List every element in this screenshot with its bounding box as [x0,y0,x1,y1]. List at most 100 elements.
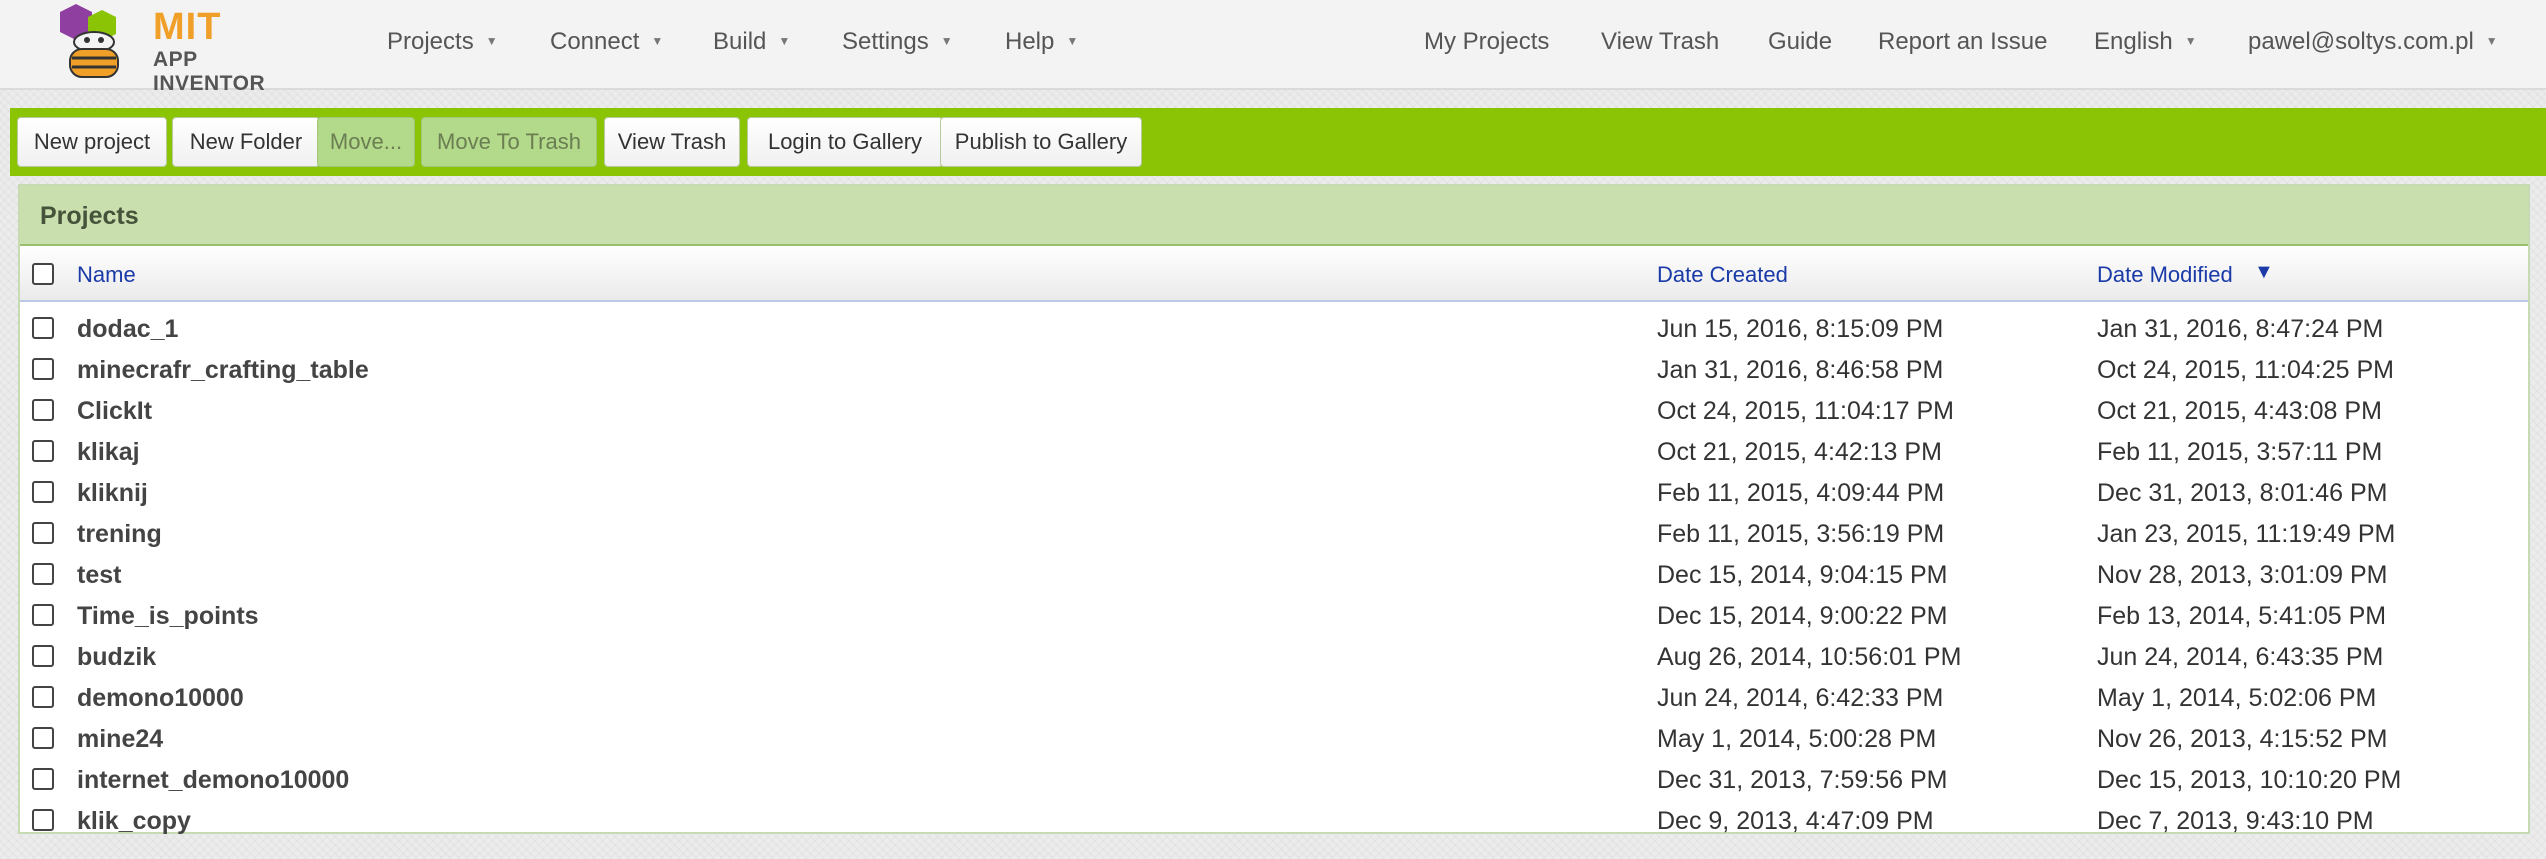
link-guide[interactable]: Guide [1768,28,1832,60]
project-name[interactable]: klikaj [77,438,140,467]
table-row[interactable]: Time_is_points Dec 15, 2014, 9:00:22 PM Fe… [20,594,2528,635]
link-report-issue[interactable]: Report an Issue [1878,28,2047,60]
project-name[interactable]: klik_copy [77,807,191,836]
logo-subtitle: APP INVENTOR [153,48,266,95]
menu-build[interactable]: Build ▼ [713,28,790,60]
table-row[interactable]: klik_copy Dec 9, 2013, 4:47:09 PM Dec 7, 2… [20,799,2528,840]
panel-title: Projects [40,202,139,230]
row-checkbox[interactable] [32,358,54,380]
row-checkbox[interactable] [32,440,54,462]
row-checkbox[interactable] [32,522,54,544]
table-row[interactable]: internet_demono10000 Dec 31, 2013, 7:59:5… [20,758,2528,799]
table-row[interactable]: demono10000 Jun 24, 2014, 6:42:33 PM May 1… [20,676,2528,717]
menu-help-label: Help [1005,28,1055,55]
row-checkbox[interactable] [32,686,54,708]
project-name[interactable]: trening [77,520,162,549]
date-modified: Jan 31, 2016, 8:47:24 PM [2097,315,2384,343]
date-modified: Feb 13, 2014, 5:41:05 PM [2097,602,2387,630]
date-created: Feb 11, 2015, 3:56:19 PM [1657,520,1945,548]
logo-title: MIT [153,6,222,48]
menu-projects[interactable]: Projects ▼ [387,28,498,60]
row-checkbox[interactable] [32,645,54,667]
date-modified: Jun 24, 2014, 6:43:35 PM [2097,643,2384,671]
column-date-created[interactable]: Date Created [1657,262,1788,288]
date-created: Jun 15, 2016, 8:15:09 PM [1657,315,1944,343]
date-modified: May 1, 2014, 5:02:06 PM [2097,684,2377,712]
new-project-button[interactable]: New project [17,117,167,167]
date-created: Dec 15, 2014, 9:04:15 PM [1657,561,1948,589]
table-row[interactable]: ClickIt Oct 24, 2015, 11:04:17 PM Oct 21, … [20,389,2528,430]
new-folder-button[interactable]: New Folder [172,117,320,167]
date-modified: Oct 21, 2015, 4:43:08 PM [2097,397,2382,425]
caret-down-icon: ▼ [1066,34,1079,48]
menu-settings-label: Settings [842,28,929,55]
row-checkbox[interactable] [32,809,54,831]
row-checkbox[interactable] [32,727,54,749]
date-created: Feb 11, 2015, 4:09:44 PM [1657,479,1945,507]
app-inventor-logo[interactable]: MIT APP INVENTOR [52,2,312,95]
date-modified: Nov 28, 2013, 3:01:09 PM [2097,561,2388,589]
date-modified: Dec 7, 2013, 9:43:10 PM [2097,807,2374,835]
row-checkbox[interactable] [32,604,54,626]
date-created: Dec 31, 2013, 7:59:56 PM [1657,766,1948,794]
select-all-checkbox[interactable] [32,263,54,285]
column-date-modified[interactable]: Date Modified [2097,262,2233,288]
table-header: Name Date Created Date Modified ▼ [20,246,2528,302]
column-name[interactable]: Name [77,262,136,288]
sort-descending-icon[interactable]: ▼ [2254,261,2274,284]
publish-to-gallery-button[interactable]: Publish to Gallery [940,117,1142,167]
projects-panel-header: Projects [20,186,2528,246]
menu-user-account[interactable]: pawel@soltys.com.pl ▼ [2248,28,2498,60]
date-modified: Dec 15, 2013, 10:10:20 PM [2097,766,2402,794]
caret-down-icon: ▼ [2485,34,2498,48]
table-row[interactable]: klikaj Oct 21, 2015, 4:42:13 PM Feb 11, 20… [20,430,2528,471]
menu-connect-label: Connect [550,28,640,55]
menu-language[interactable]: English ▼ [2094,28,2197,60]
login-to-gallery-button[interactable]: Login to Gallery [747,117,943,167]
project-name[interactable]: Time_is_points [77,602,259,631]
table-row[interactable]: test Dec 15, 2014, 9:04:15 PM Nov 28, 2013… [20,553,2528,594]
menu-projects-label: Projects [387,28,474,55]
menu-settings[interactable]: Settings ▼ [842,28,953,60]
caret-down-icon: ▼ [940,34,953,48]
table-row[interactable]: mine24 May 1, 2014, 5:00:28 PM Nov 26, 201… [20,717,2528,758]
project-name[interactable]: budzik [77,643,156,672]
row-checkbox[interactable] [32,481,54,503]
project-name[interactable]: kliknij [77,479,148,508]
date-created: Dec 15, 2014, 9:00:22 PM [1657,602,1948,630]
menu-help[interactable]: Help ▼ [1005,28,1078,60]
move-button[interactable]: Move... [317,117,415,167]
row-checkbox[interactable] [32,563,54,585]
view-trash-button[interactable]: View Trash [604,117,740,167]
caret-down-icon: ▼ [485,34,498,48]
row-checkbox[interactable] [32,317,54,339]
project-name[interactable]: demono10000 [77,684,244,713]
date-modified: Feb 11, 2015, 3:57:11 PM [2097,438,2383,466]
link-view-trash[interactable]: View Trash [1601,28,1719,60]
table-row[interactable]: kliknij Feb 11, 2015, 4:09:44 PM Dec 31, 2… [20,471,2528,512]
date-modified: Jan 23, 2015, 11:19:49 PM [2097,520,2396,548]
project-name[interactable]: dodac_1 [77,315,178,344]
project-name[interactable]: test [77,561,121,590]
project-name[interactable]: minecrafr_crafting_table [77,356,369,385]
table-row[interactable]: dodac_1 Jun 15, 2016, 8:15:09 PM Jan 31, 2… [20,307,2528,348]
date-created: Jan 31, 2016, 8:46:58 PM [1657,356,1944,384]
table-row[interactable]: budzik Aug 26, 2014, 10:56:01 PM Jun 24, 2… [20,635,2528,676]
menu-connect[interactable]: Connect ▼ [550,28,663,60]
robot-logo-icon [60,4,119,78]
date-created: Oct 24, 2015, 11:04:17 PM [1657,397,1954,425]
date-created: Aug 26, 2014, 10:56:01 PM [1657,643,1962,671]
row-checkbox[interactable] [32,399,54,421]
row-checkbox[interactable] [32,768,54,790]
table-row[interactable]: trening Feb 11, 2015, 3:56:19 PM Jan 23, 2… [20,512,2528,553]
date-created: May 1, 2014, 5:00:28 PM [1657,725,1937,753]
caret-down-icon: ▼ [651,34,664,48]
project-name[interactable]: ClickIt [77,397,152,426]
link-my-projects[interactable]: My Projects [1424,28,1549,60]
table-row[interactable]: minecrafr_crafting_table Jan 31, 2016, 8:… [20,348,2528,389]
move-to-trash-button[interactable]: Move To Trash [421,117,597,167]
project-name[interactable]: mine24 [77,725,163,754]
user-email: pawel@soltys.com.pl [2248,28,2474,55]
date-modified: Nov 26, 2013, 4:15:52 PM [2097,725,2388,753]
project-name[interactable]: internet_demono10000 [77,766,349,795]
